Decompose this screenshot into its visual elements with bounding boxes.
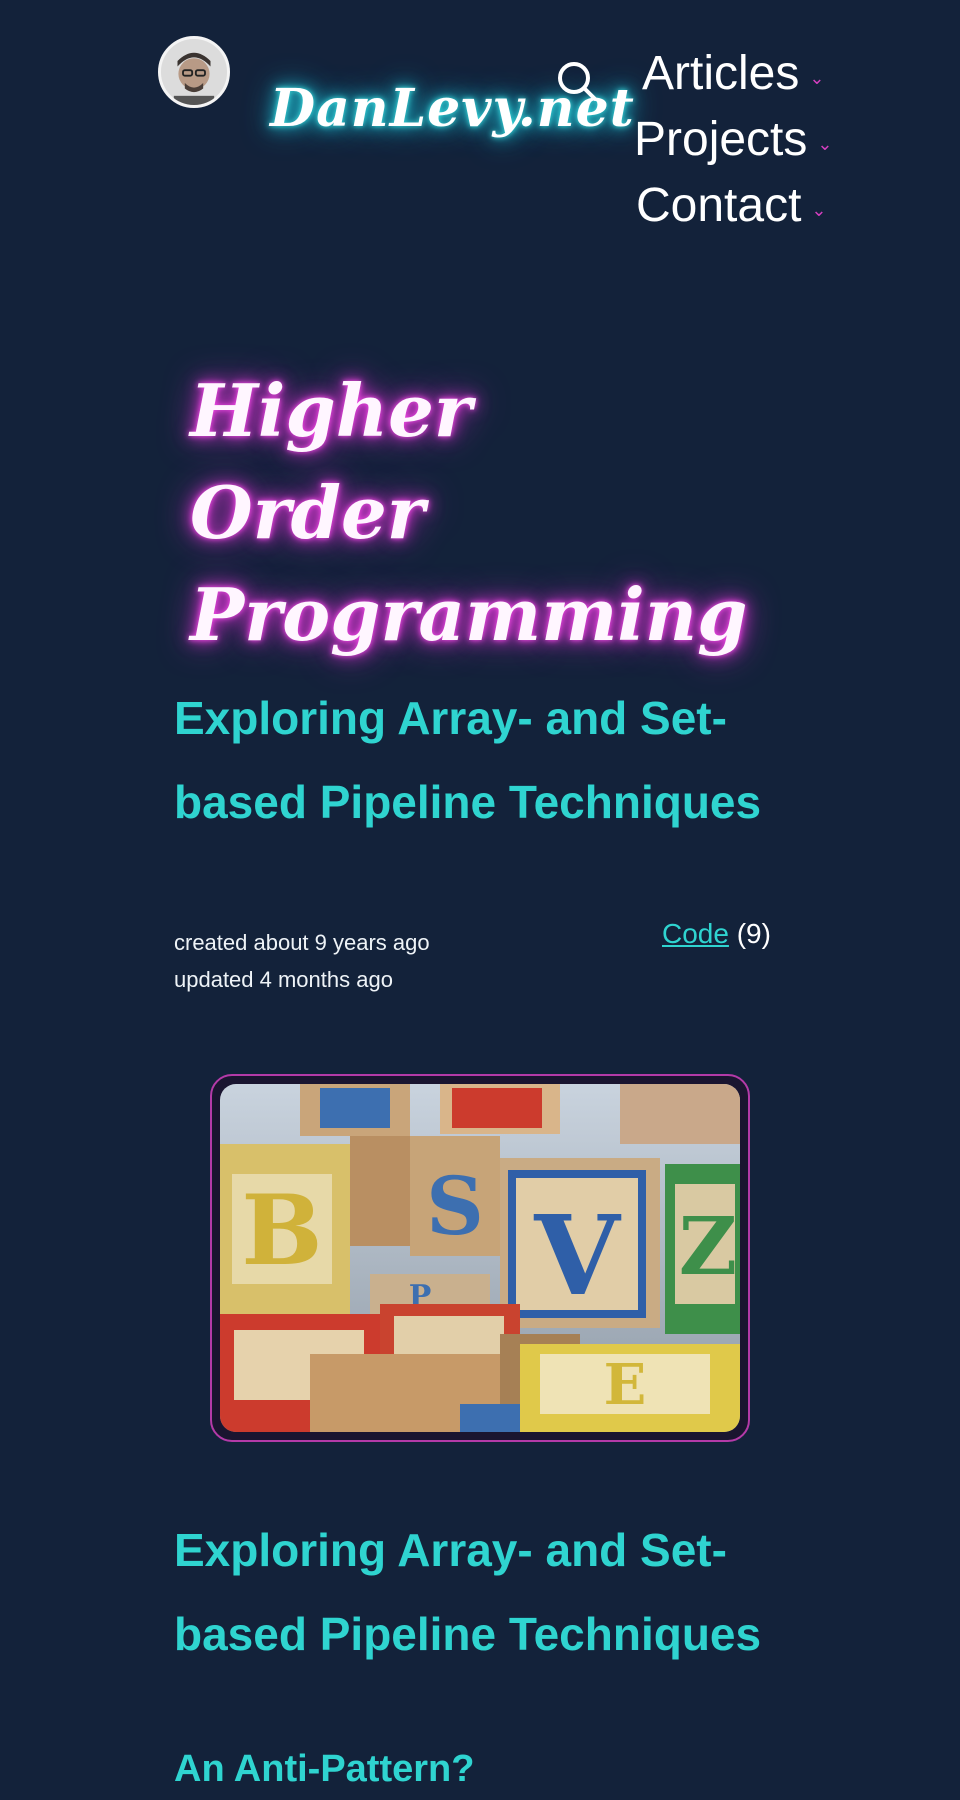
alphabet-blocks-image: B S V Z P E [220, 1084, 740, 1432]
search-icon[interactable] [554, 58, 600, 104]
tag-link-code[interactable]: Code [662, 918, 729, 949]
nav-item-contact[interactable]: Contact ⌄ [630, 172, 860, 238]
created-date: created about 9 years ago [174, 930, 430, 955]
avatar[interactable] [158, 36, 230, 108]
svg-text:S: S [426, 1159, 484, 1253]
nav-label: Projects [634, 112, 808, 166]
updated-date: updated 4 months ago [174, 967, 393, 992]
category-tag: Code (9) [662, 918, 771, 950]
article-title-line: based Pipeline Techniques [174, 776, 762, 828]
article-title-link[interactable]: Exploring Array- and Set- based Pipeline… [174, 676, 814, 844]
nav-label: Contact [636, 178, 802, 232]
article-heading[interactable]: Exploring Array- and Set- based Pipeline… [174, 1508, 814, 1676]
svg-text:V: V [533, 1191, 621, 1320]
chevron-down-icon: ⌄ [817, 133, 833, 155]
page: DanLevy.net Articles ⌄ Projects ⌄ Contac… [0, 0, 960, 1800]
category-title-line: Programming [190, 572, 748, 657]
category-title-line: Higher Order [190, 368, 472, 555]
article-meta: created about 9 years ago updated 4 mont… [174, 924, 430, 998]
svg-text:Z: Z [679, 1199, 737, 1293]
article-heading-line: Exploring Array- and Set- [174, 1524, 727, 1576]
avatar-photo [161, 39, 227, 105]
category-title: Higher Order Programming [190, 360, 748, 666]
section-heading[interactable]: An Anti-Pattern? [174, 1748, 474, 1791]
nav-item-projects[interactable]: Projects ⌄ [630, 106, 860, 172]
chevron-down-icon: ⌄ [809, 67, 825, 89]
article-heading-line: based Pipeline Techniques [174, 1608, 762, 1660]
main-nav: Articles ⌄ Projects ⌄ Contact ⌄ [630, 40, 860, 238]
chevron-down-icon: ⌄ [811, 199, 827, 221]
nav-label: Articles [642, 46, 800, 100]
article-title-line: Exploring Array- and Set- [174, 692, 727, 744]
featured-image: B S V Z P E [210, 1074, 750, 1442]
svg-text:B: B [241, 1174, 322, 1287]
tag-count: (9) [736, 918, 771, 949]
svg-text:E: E [604, 1352, 647, 1418]
nav-item-articles[interactable]: Articles ⌄ [630, 40, 860, 106]
